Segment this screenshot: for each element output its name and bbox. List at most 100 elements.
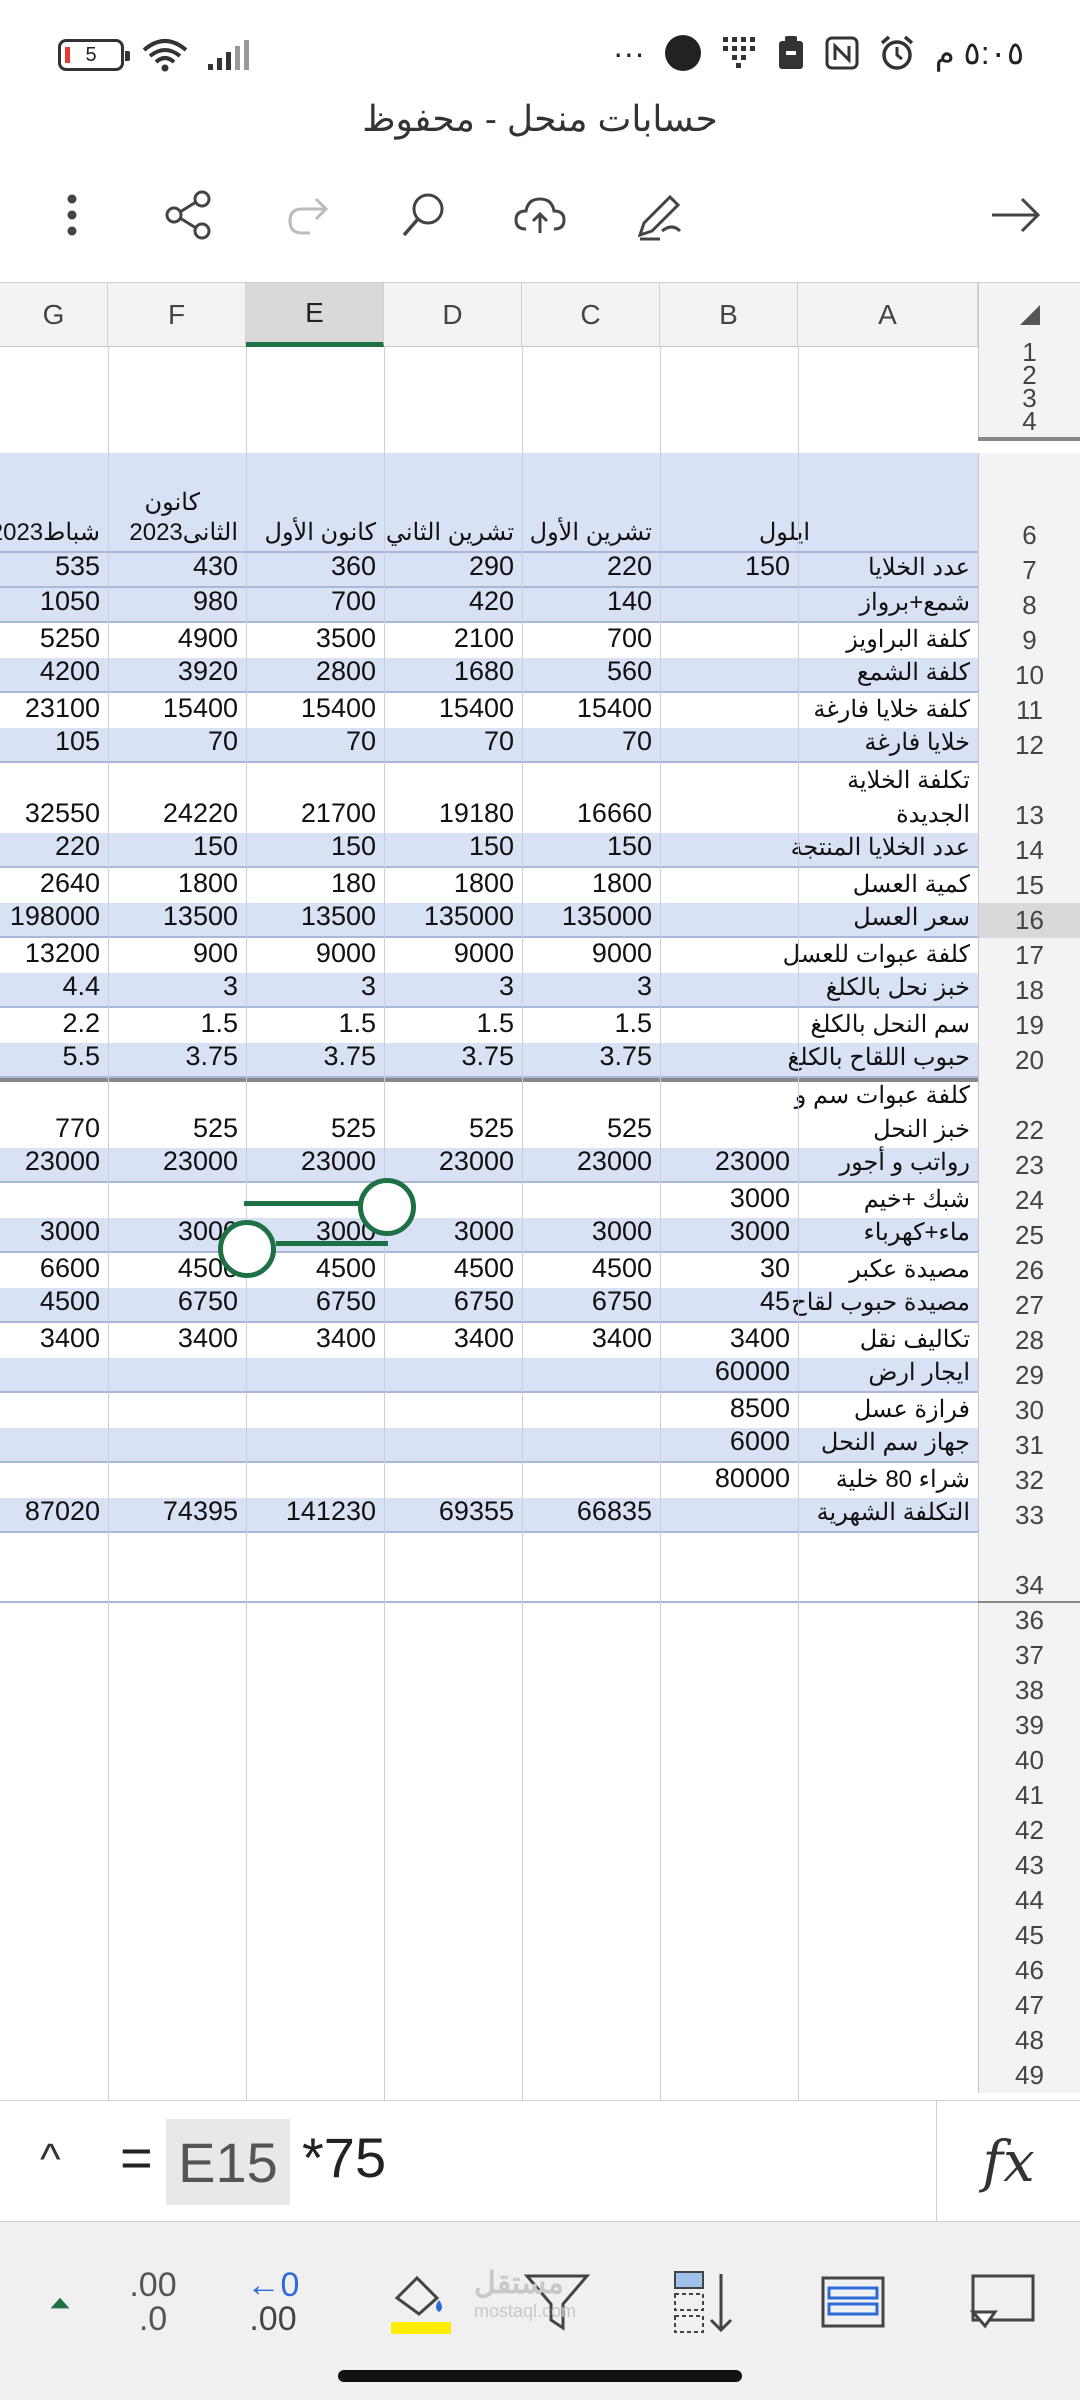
cell-b[interactable]: 45	[760, 1286, 790, 1317]
row-header[interactable]: 8	[978, 588, 1080, 623]
cell-b[interactable]: 30	[760, 1253, 790, 1284]
column-header-d[interactable]: D	[384, 283, 522, 347]
row-header[interactable]: 13	[978, 763, 1080, 833]
cell-b[interactable]: 60000	[715, 1356, 790, 1387]
cell-c[interactable]: 3.75	[599, 1041, 652, 1072]
cell-d[interactable]: 3.75	[461, 1041, 514, 1072]
header-cell-d[interactable]: تشرين الثاني	[386, 518, 514, 547]
cell-c[interactable]: 23000	[577, 1146, 652, 1177]
cell-e[interactable]: 700	[331, 586, 376, 617]
cell-d[interactable]: 1800	[454, 868, 514, 899]
row-label[interactable]: خلايا فارغة	[864, 728, 970, 757]
share-button[interactable]	[148, 170, 228, 260]
row-header[interactable]: 20	[978, 1043, 1080, 1078]
edit-button[interactable]	[620, 170, 700, 260]
row-header[interactable]: 25	[978, 1218, 1080, 1253]
row-header[interactable]: 37	[978, 1638, 1080, 1673]
row-label[interactable]: كلفة الشمع	[857, 658, 970, 687]
row-header[interactable]: 6	[978, 453, 1080, 553]
gesture-nav-bar[interactable]	[338, 2370, 742, 2382]
row-header[interactable]: 7	[978, 553, 1080, 588]
cell-e[interactable]: 1.5	[338, 1008, 376, 1039]
row-header[interactable]: 39	[978, 1708, 1080, 1743]
cell-g[interactable]: 13200	[25, 938, 100, 969]
row-header[interactable]: 43	[978, 1848, 1080, 1883]
row-header[interactable]: 27	[978, 1288, 1080, 1323]
cell-f[interactable]: 1.5	[200, 1008, 238, 1039]
cell-c[interactable]: 1.5	[614, 1008, 652, 1039]
spreadsheet-grid[interactable]: G F E D C B A 1234شباط2023كانون الأولتشر…	[0, 282, 1080, 2100]
cell-g[interactable]: 32550	[25, 798, 100, 829]
cell-d[interactable]: 70	[484, 726, 514, 757]
cell-e[interactable]: 13500	[301, 901, 376, 932]
header-cell-c[interactable]: تشرين الأول	[530, 518, 652, 547]
cell-g[interactable]: 23100	[25, 693, 100, 724]
cell-f[interactable]: 23000	[163, 1146, 238, 1177]
cell-f[interactable]: 3400	[178, 1323, 238, 1354]
row-header[interactable]: 19	[978, 1008, 1080, 1043]
row-header[interactable]: 46	[978, 1953, 1080, 1988]
row-label[interactable]: مصيدة عكبر	[849, 1255, 970, 1284]
row-header[interactable]: 14	[978, 833, 1080, 868]
row-header[interactable]: 49	[978, 2058, 1080, 2093]
row-label[interactable]: جهاز سم النحل	[821, 1428, 970, 1457]
cell-d[interactable]: 150	[469, 831, 514, 862]
cell-f[interactable]: 1800	[178, 868, 238, 899]
row-label[interactable]: حبوب اللقاح بالكلغ	[787, 1043, 970, 1072]
cell-f[interactable]: 13500	[163, 901, 238, 932]
row-header[interactable]: 24	[978, 1183, 1080, 1218]
selection-handle-end[interactable]	[358, 1178, 416, 1236]
row-header[interactable]: 26	[978, 1253, 1080, 1288]
row-header[interactable]: 40	[978, 1743, 1080, 1778]
cell-g[interactable]: 6600	[40, 1253, 100, 1284]
row-header[interactable]: 16	[978, 903, 1080, 938]
cell-g[interactable]: 87020	[25, 1496, 100, 1527]
cell-e[interactable]: 23000	[301, 1146, 376, 1177]
forward-button[interactable]	[976, 170, 1056, 260]
row-label[interactable]: ايجار ارض	[868, 1358, 970, 1387]
cell-f[interactable]: 3920	[178, 656, 238, 687]
cell-f[interactable]: 150	[193, 831, 238, 862]
row-label[interactable]: مصيدة حبوب لقاح	[791, 1288, 970, 1317]
cell-c[interactable]: 220	[607, 551, 652, 582]
row-label[interactable]: شمع+برواز	[859, 588, 970, 617]
cell-e[interactable]: 4500	[316, 1253, 376, 1284]
cell-b[interactable]: 3000	[730, 1216, 790, 1247]
cell-g[interactable]: 3000	[40, 1216, 100, 1247]
cell-e[interactable]: 15400	[301, 693, 376, 724]
cell-f[interactable]: 980	[193, 586, 238, 617]
row-header[interactable]: 48	[978, 2023, 1080, 2058]
row-header[interactable]: 31	[978, 1428, 1080, 1463]
cell-e[interactable]: 2800	[316, 656, 376, 687]
header-cell-g[interactable]: شباط2023	[0, 518, 100, 547]
row-header[interactable]: 41	[978, 1778, 1080, 1813]
cell-f[interactable]: 70	[208, 726, 238, 757]
cell-f[interactable]: 900	[193, 938, 238, 969]
row-header[interactable]: 38	[978, 1673, 1080, 1708]
more-options-button[interactable]	[32, 170, 112, 260]
cell-d[interactable]: 6750	[454, 1286, 514, 1317]
cell-d[interactable]: 3000	[454, 1216, 514, 1247]
row-header[interactable]: 10	[978, 658, 1080, 693]
row-label[interactable]: كلفة خلايا فارغة	[813, 695, 970, 724]
cell-d[interactable]: 420	[469, 586, 514, 617]
cell-g[interactable]: 4.4	[62, 971, 100, 1002]
cell-c[interactable]: 66835	[577, 1496, 652, 1527]
cell-d[interactable]: 525	[469, 1113, 514, 1144]
cell-d[interactable]: 3	[499, 971, 514, 1002]
row-label[interactable]: تكاليف نقل	[860, 1325, 970, 1354]
search-button[interactable]	[384, 170, 464, 260]
sort-button[interactable]	[660, 2252, 750, 2352]
column-header-a[interactable]: A	[798, 283, 978, 347]
cell-g[interactable]: 198000	[10, 901, 100, 932]
column-header-e[interactable]: E	[246, 283, 384, 347]
cell-c[interactable]: 9000	[592, 938, 652, 969]
insert-function-button[interactable]: fx	[936, 2101, 1080, 2223]
cell-b[interactable]: 3000	[730, 1183, 790, 1214]
cell-d[interactable]: 15400	[439, 693, 514, 724]
cell-d[interactable]: 1680	[454, 656, 514, 687]
row-header[interactable]: 47	[978, 1988, 1080, 2023]
cell-d[interactable]: 135000	[424, 901, 514, 932]
row-label[interactable]: خبز نحل بالكلغ	[826, 973, 970, 1002]
cell-b[interactable]: 23000	[715, 1146, 790, 1177]
